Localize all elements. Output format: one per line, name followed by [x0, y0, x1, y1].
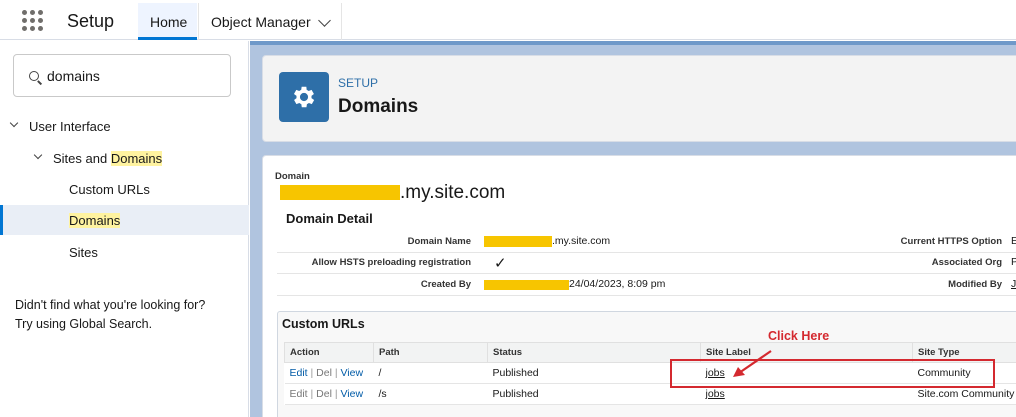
field-label: Associated Org: [931, 257, 1002, 268]
section-title-custom-urls: Custom URLs: [282, 317, 365, 331]
app-name: Setup: [67, 11, 115, 31]
action-separator: |: [307, 388, 317, 400]
chevron-down-icon[interactable]: [318, 14, 331, 27]
tab-object-manager[interactable]: Object Manager: [198, 3, 342, 40]
field-label: Modified By: [948, 279, 1002, 290]
edit-link[interactable]: Edit: [290, 367, 308, 379]
no-results-help: Didn't find what you're looking for? Try…: [15, 296, 240, 334]
action-separator: |: [307, 367, 317, 379]
page-eyebrow: SETUP: [338, 76, 379, 90]
tree-item-label: User Interface: [29, 119, 111, 134]
annotation-click-here: Click Here: [768, 329, 830, 343]
tree-item-label: Custom URLs: [69, 182, 150, 197]
detail-row: Allow HSTS preloading registration ✓ Ass…: [277, 252, 1016, 274]
tree-item-sites-and-domains[interactable]: Sites and Domains: [0, 143, 249, 173]
tree-item-user-interface[interactable]: User Interface: [0, 111, 249, 141]
tree-item-label: Sites and Domains: [53, 151, 163, 166]
sidebar-item-domains[interactable]: Domains: [0, 205, 249, 235]
page-title: Domains: [338, 96, 419, 117]
annotation-highlight-box: [670, 359, 995, 388]
status-cell: Published: [487, 383, 701, 405]
view-link[interactable]: View: [340, 367, 363, 379]
search-icon: [29, 71, 39, 81]
status-cell: Published: [487, 362, 701, 384]
section-title-domain-detail: Domain Detail: [286, 211, 373, 226]
field-label: Allow HSTS preloading registration: [311, 257, 471, 268]
detail-row: Domain Name .my.site.com Current HTTPS O…: [277, 231, 1016, 253]
tab-home[interactable]: Home: [138, 3, 197, 40]
field-value: P: [1011, 256, 1016, 268]
domain-label: Domain: [275, 171, 310, 182]
edit-link[interactable]: Edit: [290, 388, 308, 400]
site-label-link-jobs[interactable]: jobs: [706, 388, 725, 400]
tree-item-label: Sites: [69, 245, 98, 260]
tree-item-label-prefix: Sites and: [53, 151, 111, 166]
help-line-1: Didn't find what you're looking for?: [15, 298, 206, 312]
del-link[interactable]: Del: [316, 367, 332, 379]
chevron-down-icon[interactable]: [33, 150, 43, 160]
field-value: .my.site.com: [552, 235, 611, 247]
tree-item-label: Domains: [69, 213, 121, 228]
checkmark-icon: ✓: [494, 255, 507, 272]
search-match-highlight: Domains: [110, 151, 163, 166]
redacted-block: [484, 236, 552, 247]
setup-gear-icon: [279, 72, 329, 122]
app-launcher-icon[interactable]: [22, 10, 44, 32]
domain-detail-table: Domain Name .my.site.com Current HTTPS O…: [277, 231, 1016, 296]
field-value: E: [1011, 235, 1016, 247]
search-match-highlight: Domains: [69, 213, 121, 228]
modified-by-link[interactable]: Ji: [1011, 278, 1016, 290]
column-header-path: Path: [373, 342, 488, 363]
page-header: SETUP Domains: [262, 55, 1016, 142]
column-header-status: Status: [487, 342, 701, 363]
redacted-block: [280, 185, 400, 200]
path-cell: /s: [373, 383, 488, 405]
setup-sidebar: User Interface Sites and Domains Custom …: [0, 41, 249, 417]
del-link[interactable]: Del: [316, 388, 332, 400]
column-header-action: Action: [284, 342, 374, 363]
view-link[interactable]: View: [340, 388, 363, 400]
action-cell: Edit | Del | View: [284, 383, 374, 405]
action-cell: Edit | Del | View: [284, 362, 374, 384]
redacted-block: [484, 280, 569, 290]
detail-row: Created By 24/04/2023, 8:09 pm Modified …: [277, 274, 1016, 296]
quick-find-input[interactable]: [47, 66, 222, 86]
sidebar-item-custom-urls[interactable]: Custom URLs: [0, 174, 249, 204]
global-header: Setup Home Object Manager: [0, 0, 1016, 40]
tab-object-manager-label: Object Manager: [211, 14, 311, 30]
sidebar-item-sites[interactable]: Sites: [0, 237, 249, 267]
chevron-down-icon[interactable]: [9, 118, 19, 128]
field-value: 24/04/2023, 8:09 pm: [569, 278, 666, 290]
field-label: Created By: [420, 279, 471, 290]
path-cell: /: [373, 362, 488, 384]
quick-find-search: [13, 54, 231, 97]
domain-name-heading: .my.site.com: [400, 182, 506, 203]
field-label: Current HTTPS Option: [900, 236, 1002, 247]
help-line-2: Try using Global Search.: [15, 317, 153, 331]
field-label: Domain Name: [407, 236, 471, 247]
